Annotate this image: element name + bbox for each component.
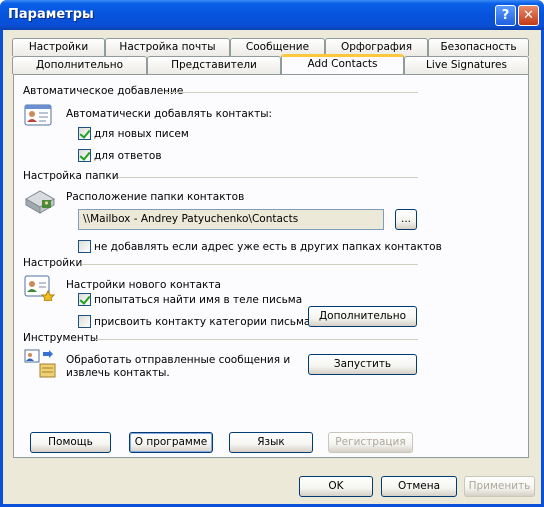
skip-existing-label: не добавлять если адрес уже есть в други… <box>94 241 442 253</box>
tab-add-contacts[interactable]: Add Contacts <box>281 54 404 74</box>
new-mail-label: для новых писем <box>94 128 189 140</box>
tab-live-signatures[interactable]: Live Signatures <box>404 56 529 74</box>
new-contact-settings-label: Настройки нового контакта <box>66 279 221 291</box>
dialog-client-area: Настройки Настройка почты Сообщение Орфо… <box>3 30 541 504</box>
tab-panel-add-contacts: Автоматическое добавление Автоматически … <box>13 74 529 458</box>
title-bar[interactable]: Параметры ? ✕ <box>0 0 544 30</box>
tools-description-line2: извлечь контакты. <box>66 367 170 379</box>
tab-mail-setup[interactable]: Настройка почты <box>105 38 230 56</box>
reply-checkbox[interactable] <box>78 149 91 162</box>
divider <box>118 177 418 178</box>
run-button[interactable]: Запустить <box>308 354 417 375</box>
divider <box>96 339 418 340</box>
find-name-label: попытаться найти имя в теле письма <box>94 294 303 306</box>
reply-label: для ответов <box>94 150 162 162</box>
skip-existing-checkbox[interactable] <box>78 240 91 253</box>
folder-header: Настройка папки <box>23 170 119 182</box>
divider <box>166 92 418 93</box>
auto-add-header: Автоматическое добавление <box>23 85 184 97</box>
assign-category-checkbox[interactable] <box>78 315 91 328</box>
tools-header: Инструменты <box>23 332 99 344</box>
divider <box>82 264 418 265</box>
window-title: Параметры <box>8 7 94 22</box>
folder-location-label: Расположение папки контактов <box>66 191 245 203</box>
find-name-checkbox[interactable] <box>78 293 91 306</box>
advanced-settings-button[interactable]: Дополнительно <box>308 306 417 327</box>
tab-settings[interactable]: Настройки <box>12 38 105 56</box>
register-button: Регистрация <box>328 432 413 453</box>
tools-description-line1: Обработать отправленные сообщения и <box>66 354 291 366</box>
browse-folder-button[interactable]: ... <box>395 209 417 230</box>
new-contact-icon <box>24 273 56 303</box>
close-icon[interactable]: ✕ <box>518 5 539 26</box>
options-window: Параметры ? ✕ Настройки Настройка почты … <box>0 0 544 507</box>
language-button[interactable]: Язык <box>229 432 313 453</box>
assign-category-label: присвоить контакту категории письма <box>94 316 311 328</box>
process-messages-icon <box>24 349 56 379</box>
contact-card-icon <box>24 103 52 127</box>
settings-header: Настройки <box>23 257 83 269</box>
folder-path-field[interactable]: \\Mailbox - Andrey Patyuchenko\Contacts <box>78 209 384 230</box>
ok-button[interactable]: OK <box>299 476 373 497</box>
tab-delegates[interactable]: Представители <box>147 56 281 74</box>
apply-button: Применить <box>464 476 535 497</box>
auto-add-label: Автоматически добавлять контакты: <box>66 108 273 120</box>
tab-advanced[interactable]: Дополнительно <box>12 56 147 74</box>
new-mail-checkbox[interactable] <box>78 127 91 140</box>
contacts-folder-icon <box>24 187 56 217</box>
help-icon[interactable]: ? <box>495 5 516 26</box>
about-button[interactable]: О программе <box>129 432 213 453</box>
cancel-button[interactable]: Отмена <box>381 476 457 497</box>
tab-security[interactable]: Безопасность <box>428 38 529 56</box>
help-button[interactable]: Помощь <box>30 432 111 453</box>
